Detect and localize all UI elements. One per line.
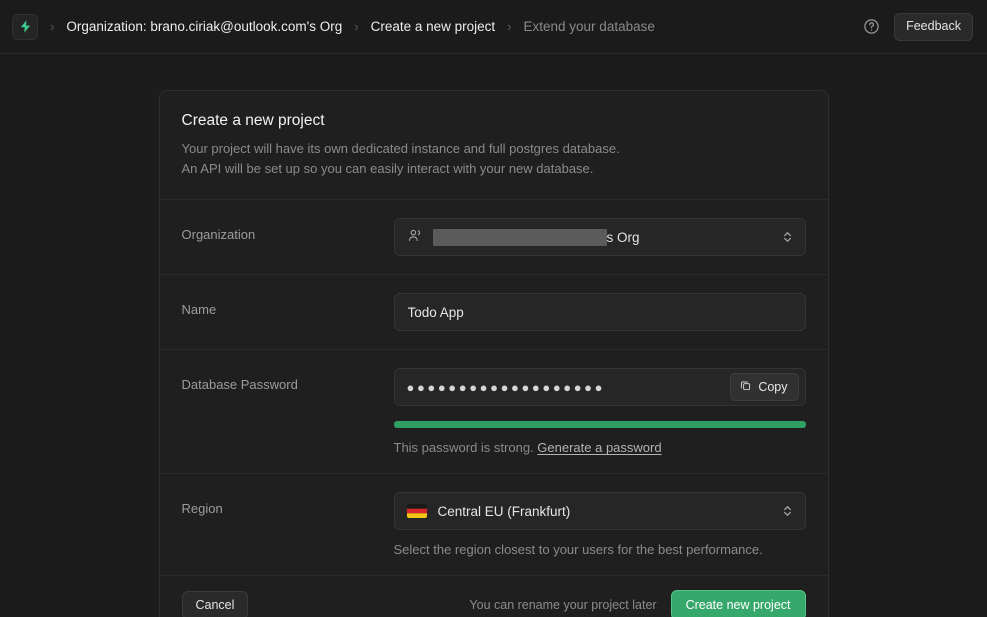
project-name-input[interactable] [393,293,806,332]
organization-row: Organization s Org [160,200,828,274]
region-row: Region Central EU (Frankfurt) Select the… [160,474,828,575]
password-strength-text: This password is strong. [393,440,534,456]
region-select[interactable]: Central EU (Frankfurt) [393,492,806,531]
card-subtitle-line-1: Your project will have its own dedicated… [181,141,620,156]
card-subtitle-line-2: An API will be set up so you can easily … [181,161,594,177]
page-content: Create a new project Your project will h… [0,54,987,617]
organization-label: Organization [181,227,256,243]
generate-password-link[interactable]: Generate a password [537,440,661,455]
feedback-button[interactable]: Feedback [894,12,973,41]
top-bar: › Organization: brano.ciriak@outlook.com… [0,0,987,54]
region-field: Central EU (Frankfurt) Select the region… [393,492,806,558]
cancel-button[interactable]: Cancel [181,591,249,617]
create-project-card: Create a new project Your project will h… [158,90,829,617]
password-masked-value: ●●●●●●●●●●●●●●●●●●● [406,379,606,395]
breadcrumb-separator-3: › [507,19,512,34]
name-label: Name [181,302,217,318]
organization-redacted-value [432,228,607,246]
footer-note: You can rename your project later [469,598,657,613]
help-circle-icon[interactable] [863,18,880,35]
create-new-project-button[interactable]: Create new project [670,590,806,617]
name-row: Name [160,275,828,349]
breadcrumb-extend-your-database[interactable]: Extend your database [524,19,655,34]
copy-icon [739,379,752,395]
database-password-label: Database Password [181,377,298,393]
breadcrumb-separator-2: › [354,19,359,34]
card-header: Create a new project Your project will h… [160,91,828,199]
top-bar-actions: Feedback [863,12,973,41]
name-field [393,293,806,332]
breadcrumb-create-new-project[interactable]: Create a new project [371,19,496,34]
region-hint: Select the region closest to your users … [393,542,763,558]
organization-select[interactable]: s Org [393,218,806,257]
footer-actions: You can rename your project later Create… [469,590,806,617]
page-title: Create a new project [181,112,325,129]
database-password-row: Database Password ●●●●●●●●●●●●●●●●●●● Co… [160,350,828,473]
card-footer: Cancel You can rename your project later… [160,576,828,617]
copy-password-button[interactable]: Copy [730,373,799,402]
password-input-wrapper: ●●●●●●●●●●●●●●●●●●● Copy [393,368,806,407]
password-strength-hint: This password is strong. Generate a pass… [394,440,806,455]
supabase-bolt-logo[interactable] [12,13,38,40]
breadcrumb-organization[interactable]: Organization: brano.ciriak@outlook.com's… [66,19,342,34]
organization-field: s Org [393,218,806,257]
breadcrumb-separator-1: › [50,19,55,34]
organization-value-suffix: s Org [606,229,640,245]
copy-password-label: Copy [758,380,788,395]
password-strength-bar [393,421,806,429]
database-password-field: ●●●●●●●●●●●●●●●●●●● Copy This password i… [393,368,806,455]
region-label: Region [181,501,223,517]
users-icon [407,227,433,247]
flag-germany-icon [406,504,427,519]
region-value: Central EU (Frankfurt) [437,503,571,519]
